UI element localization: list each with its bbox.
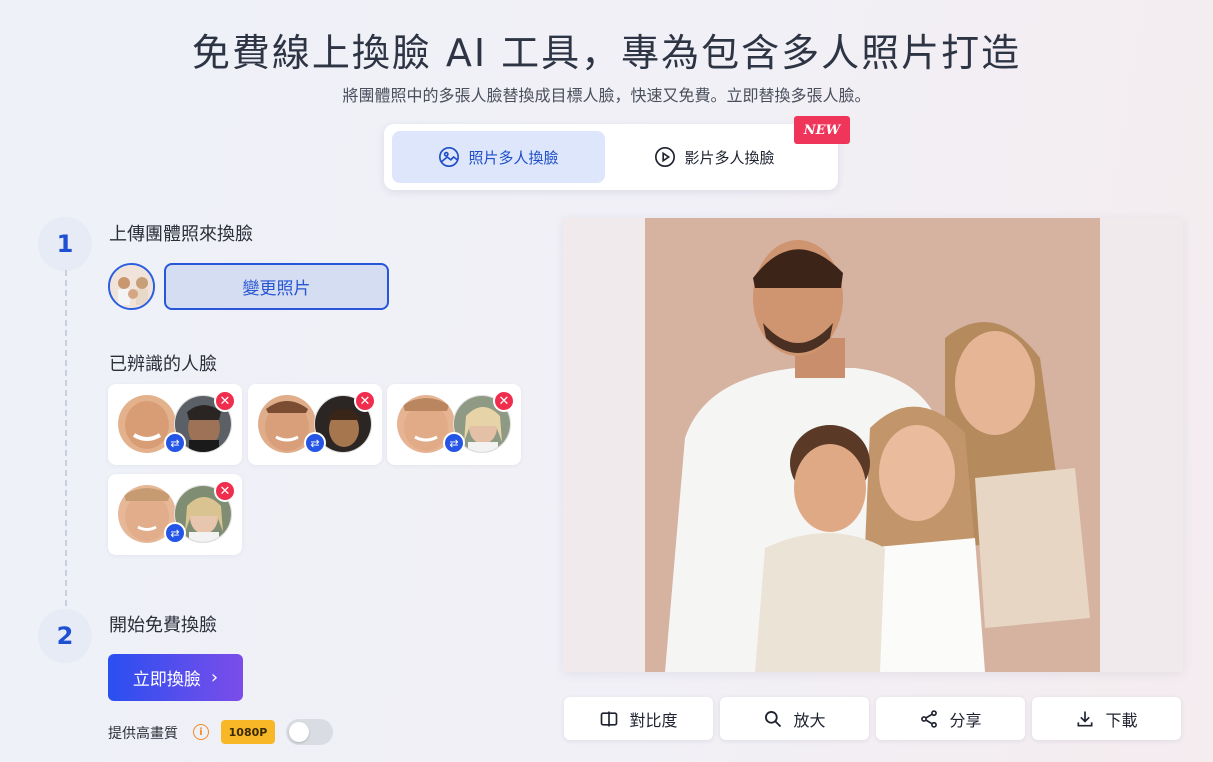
delete-icon[interactable]: ✕ (214, 390, 236, 412)
step-2-number: 2 (38, 609, 92, 663)
tab-video-label: 影片多人換臉 (684, 148, 775, 167)
face-pair-card[interactable]: ⇄ ✕ (108, 474, 242, 555)
mode-tabs: 照片多人換臉 影片多人換臉 (384, 124, 838, 190)
delete-icon[interactable]: ✕ (214, 480, 236, 502)
preview-panel (563, 218, 1183, 672)
tab-video-face-swap[interactable]: 影片多人換臉 (608, 131, 821, 183)
share-button[interactable]: 分享 (876, 697, 1025, 740)
delete-icon[interactable]: ✕ (493, 390, 515, 412)
step-2-label: 開始免費換臉 (109, 615, 217, 636)
compare-icon (601, 711, 618, 726)
share-icon (921, 709, 938, 728)
zoom-label: 放大 (793, 710, 826, 730)
swap-icon: ⇄ (164, 522, 186, 544)
result-photo (645, 218, 1100, 672)
step-1-label: 上傳團體照來換臉 (109, 224, 253, 245)
uploaded-photo-thumbnail[interactable] (108, 263, 155, 310)
swap-icon: ⇄ (164, 432, 186, 454)
page-title: 免費線上換臉 AI 工具，專為包含多人照片打造 (191, 31, 1022, 75)
high-quality-label: 提供高畫質 (108, 726, 178, 742)
image-icon (439, 147, 460, 167)
swap-icon: ⇄ (304, 432, 326, 454)
compare-button[interactable]: 對比度 (564, 697, 713, 740)
download-button[interactable]: 下載 (1032, 697, 1181, 740)
face-pair-card[interactable]: ⇄ ✕ (248, 384, 382, 465)
face-pair-card[interactable]: ⇄ ✕ (108, 384, 242, 465)
face-pair-card[interactable]: ⇄ ✕ (387, 384, 521, 465)
change-photo-button[interactable]: 變更照片 (164, 263, 389, 310)
tab-photo-label: 照片多人換臉 (468, 148, 559, 167)
start-face-swap-button[interactable]: 立即換臉 › (108, 654, 243, 701)
zoom-button[interactable]: 放大 (720, 697, 869, 740)
share-label: 分享 (949, 710, 982, 730)
step-1-number: 1 (38, 217, 92, 271)
download-label: 下載 (1105, 710, 1138, 730)
page-subtitle: 將團體照中的多張人臉替換成目標人臉，快速又免費。立即替換多張人臉。 (342, 86, 871, 105)
compare-label: 對比度 (629, 710, 678, 730)
delete-icon[interactable]: ✕ (354, 390, 376, 412)
swap-icon: ⇄ (443, 432, 465, 454)
start-button-label: 立即換臉 (132, 670, 201, 690)
chevron-right-icon: › (210, 667, 219, 688)
detected-faces-heading: 已辨識的人臉 (109, 354, 217, 375)
search-icon (765, 710, 782, 727)
resolution-badge: 1080P (221, 720, 275, 744)
high-quality-toggle[interactable] (286, 719, 333, 745)
play-icon (655, 147, 676, 167)
tab-photo-face-swap[interactable]: 照片多人換臉 (392, 131, 605, 183)
download-icon (1077, 711, 1093, 726)
step-connector (65, 270, 67, 606)
new-badge: NEW (794, 116, 850, 144)
info-icon[interactable]: i (193, 724, 209, 740)
